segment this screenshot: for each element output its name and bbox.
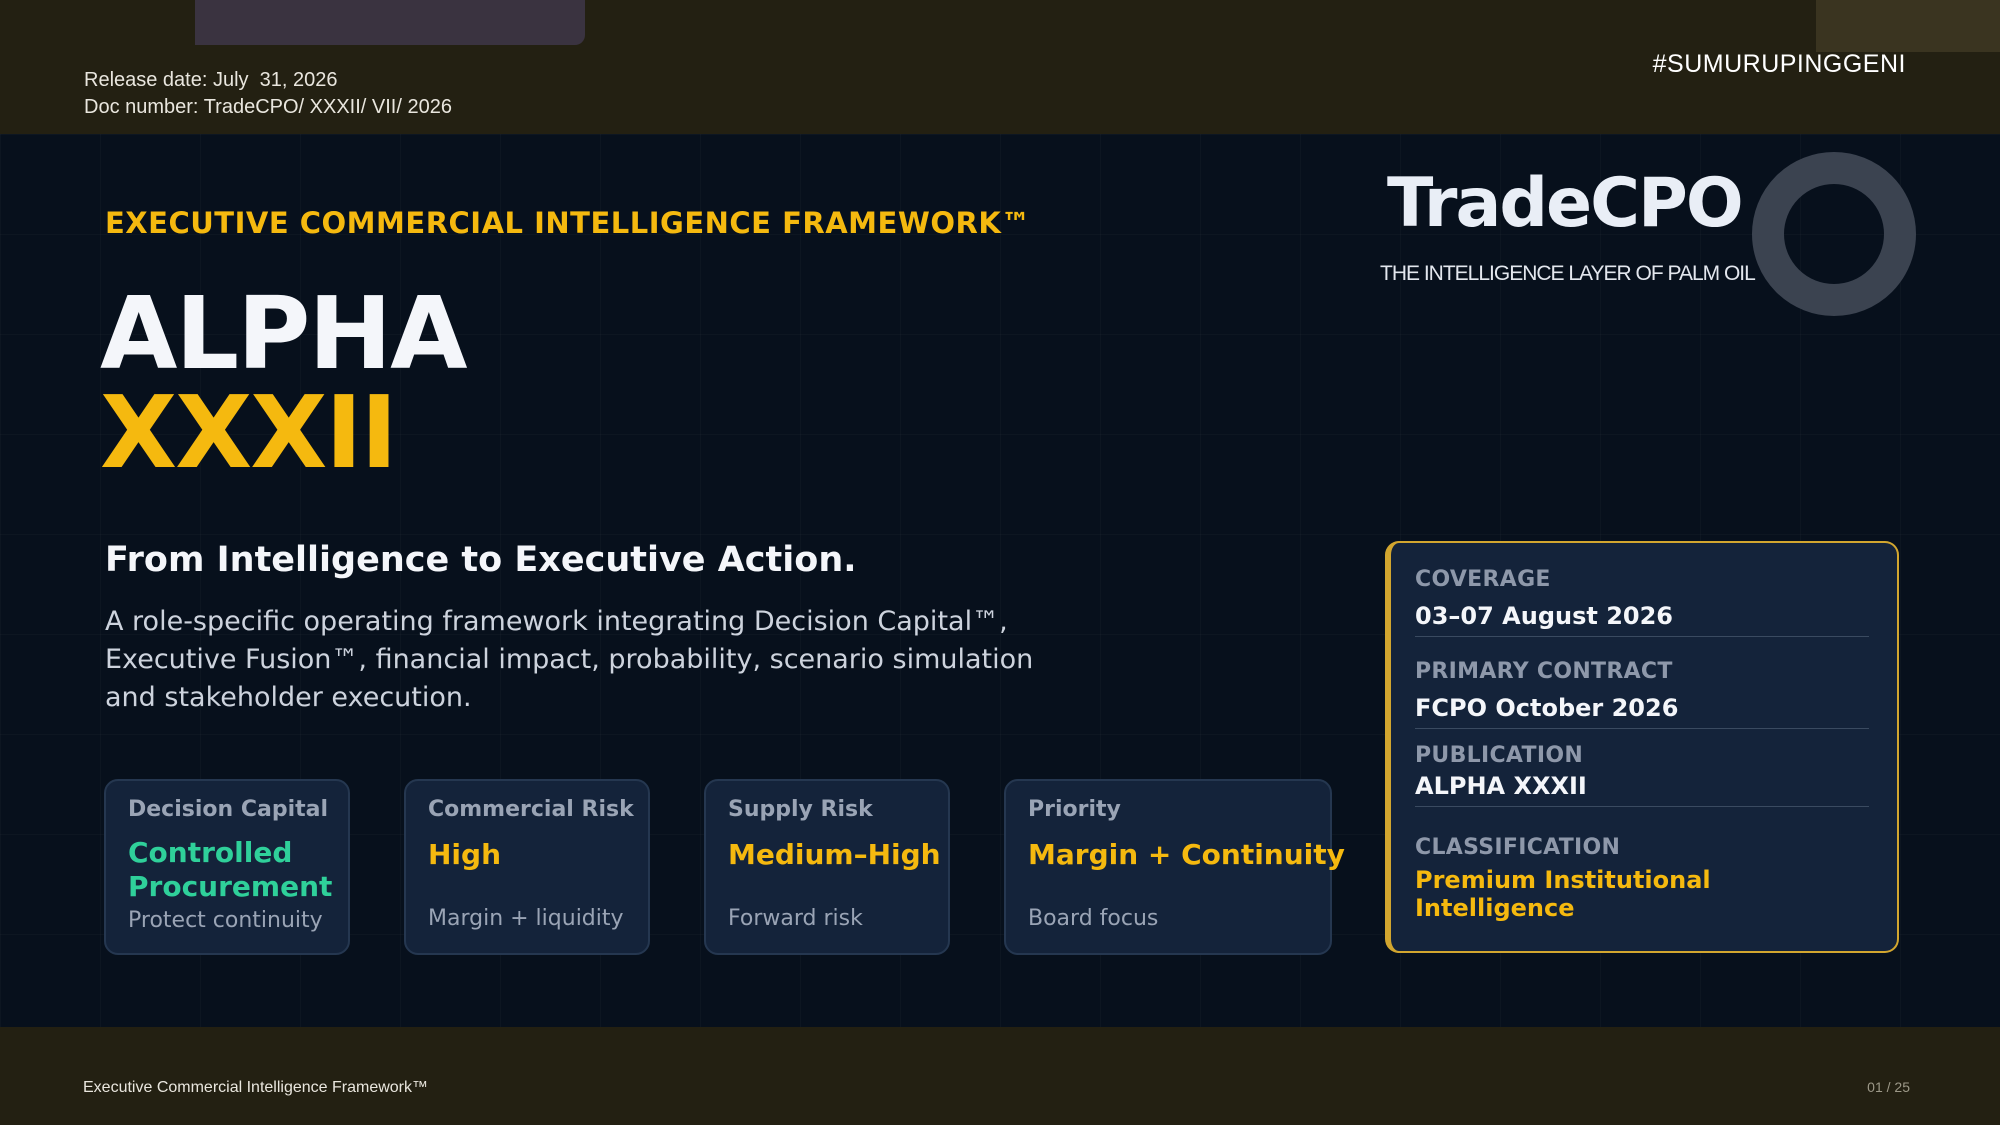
- footer-band: [0, 1027, 2000, 1125]
- coverage-value: 03–07 August 2026: [1415, 602, 1673, 630]
- page-number: 01 / 25: [1867, 1079, 1910, 1095]
- release-meta: Release date: July 31, 2026 Doc number: …: [84, 67, 452, 121]
- metric-value: Margin + Continuity: [1028, 838, 1345, 871]
- divider: [1415, 806, 1869, 807]
- doc-number: Doc number: TradeCPO/ XXXII/ VII/ 2026: [84, 96, 452, 118]
- metric-value: Controlled Procurement: [128, 836, 333, 903]
- publication-label: PUBLICATION: [1415, 743, 1584, 768]
- tagline: From Intelligence to Executive Action.: [105, 540, 857, 580]
- metric-card-priority: Priority Margin + Continuity Board focus: [1004, 779, 1345, 955]
- primary-contract-label: PRIMARY CONTRACT: [1415, 659, 1673, 684]
- metric-label: Decision Capital: [128, 797, 329, 822]
- footer-title: Executive Commercial Intelligence Framew…: [83, 1079, 428, 1096]
- logo-wordmark: TradeCPO: [1387, 164, 1744, 243]
- metric-label: Supply Risk: [728, 797, 873, 822]
- metric-value: Medium–High: [728, 838, 941, 871]
- classification-label: CLASSIFICATION: [1415, 835, 1621, 860]
- metric-card-supply-risk: Supply Risk Medium–High Forward risk: [704, 779, 950, 955]
- description: A role-specific operating framework inte…: [105, 606, 1034, 713]
- divider: [1415, 728, 1869, 729]
- header-decoration-right: [1816, 0, 2000, 52]
- release-date: Release date: July 31, 2026: [84, 69, 338, 91]
- metric-note: Board focus: [1028, 906, 1159, 931]
- hero-subtitle: XXXII: [100, 374, 398, 491]
- hero-title: ALPHA: [100, 275, 467, 392]
- ring-icon: [1752, 152, 1916, 316]
- metric-note: Margin + liquidity: [428, 906, 624, 931]
- metric-card-decision-capital: Decision Capital Controlled Procurement …: [104, 779, 350, 955]
- coverage-label: COVERAGE: [1415, 567, 1551, 592]
- metric-value: High: [428, 838, 502, 871]
- classification-value: Premium Institutional Intelligence: [1415, 866, 1711, 922]
- metric-card-commercial-risk: Commercial Risk High Margin + liquidity: [404, 779, 650, 955]
- primary-contract-value: FCPO October 2026: [1415, 694, 1679, 722]
- publication-value: ALPHA XXXII: [1415, 772, 1587, 800]
- metric-label: Commercial Risk: [428, 797, 634, 822]
- metric-note: Protect continuity: [128, 908, 323, 933]
- framework-eyebrow: EXECUTIVE COMMERCIAL INTELLIGENCE FRAMEW…: [105, 206, 1031, 240]
- metric-note: Forward risk: [728, 906, 863, 931]
- header-decoration-left: [195, 0, 585, 45]
- divider: [1415, 636, 1869, 637]
- logo-tagline: THE INTELLIGENCE LAYER OF PALM OIL: [1380, 262, 1756, 285]
- hashtag: #SUMURUPINGGENI: [1652, 50, 1906, 78]
- info-panel: COVERAGE 03–07 August 2026 PRIMARY CONTR…: [1385, 541, 1899, 953]
- metric-label: Priority: [1028, 797, 1121, 822]
